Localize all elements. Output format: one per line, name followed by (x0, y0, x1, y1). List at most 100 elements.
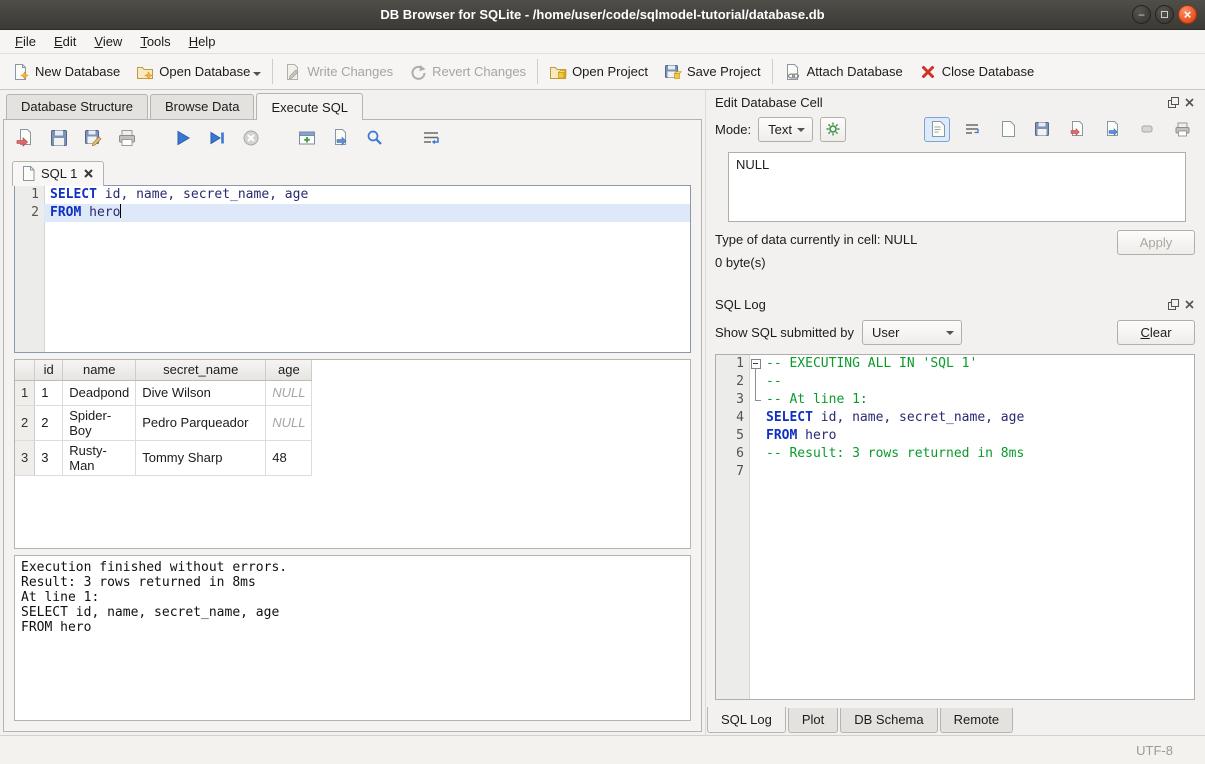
sql-file-tab[interactable]: SQL 1 (12, 161, 104, 186)
code-line[interactable]: 4SELECT id, name, secret_name, age (716, 409, 1194, 427)
cell-info: Type of data currently in cell: NULL 0 b… (706, 222, 1205, 284)
column-header-age[interactable]: age (266, 360, 312, 380)
column-header-secret-name[interactable]: secret_name (136, 360, 266, 380)
minimize-button[interactable]: − (1132, 5, 1151, 24)
row-number[interactable]: 2 (15, 405, 35, 440)
float-panel-icon[interactable] (1168, 299, 1179, 310)
menu-edit[interactable]: Edit (45, 31, 85, 52)
tab-browse-data[interactable]: Browse Data (150, 94, 254, 119)
execute-current-line-icon[interactable] (206, 127, 228, 149)
find-replace-icon[interactable] (364, 127, 386, 149)
attach-database-button[interactable]: Attach Database (776, 54, 911, 89)
table-cell[interactable]: Pedro Parqueador (136, 405, 266, 440)
mode-select[interactable]: Text (758, 117, 813, 142)
table-cell[interactable]: NULL (266, 405, 312, 440)
new-tab-icon[interactable] (296, 127, 318, 149)
column-header-name[interactable]: name (63, 360, 136, 380)
table-cell[interactable]: Dive Wilson (136, 380, 266, 405)
float-panel-icon[interactable] (1168, 97, 1179, 108)
menu-file[interactable]: File (6, 31, 45, 52)
toolbar-separator (772, 59, 773, 84)
clear-log-button[interactable]: Clear (1117, 320, 1195, 345)
table-cell[interactable]: Tommy Sharp (136, 440, 266, 475)
close-tab-icon[interactable] (83, 168, 94, 179)
close-panel-icon[interactable] (1184, 299, 1195, 310)
sql-editor[interactable]: 1SELECT id, name, secret_name, age2FROM … (14, 185, 691, 353)
menu-tools[interactable]: Tools (131, 31, 179, 52)
column-header-id[interactable]: id (35, 360, 63, 380)
cell-editor[interactable]: NULL (728, 152, 1186, 222)
fold-collapse-icon[interactable] (749, 355, 763, 373)
table-cell[interactable]: Deadpond (63, 380, 136, 405)
table-row[interactable]: 22Spider-BoyPedro ParqueadorNULL (15, 405, 312, 440)
code-line[interactable]: 2FROM hero (15, 204, 690, 222)
code-line[interactable]: 3-- At line 1: (716, 391, 1194, 409)
open-project-button[interactable]: Open Project (541, 54, 656, 89)
tab-db-schema[interactable]: DB Schema (840, 708, 937, 733)
save-project-icon (664, 63, 682, 81)
word-wrap-cell-icon[interactable] (959, 117, 985, 142)
table-cell[interactable]: Spider-Boy (63, 405, 136, 440)
save-sql-file-as-icon[interactable] (82, 127, 104, 149)
sql-log-title: SQL Log (715, 297, 766, 312)
sql-log-view[interactable]: 1-- EXECUTING ALL IN 'SQL 1'2--3-- At li… (715, 354, 1195, 700)
save-cell-data-icon[interactable] (1029, 117, 1055, 142)
close-database-icon (919, 63, 937, 81)
word-wrap-icon[interactable] (420, 127, 442, 149)
message-line: Execution finished without errors. (21, 560, 684, 575)
open-sql-file-icon[interactable] (14, 127, 36, 149)
table-cell[interactable]: 3 (35, 440, 63, 475)
apply-button: Apply (1117, 230, 1195, 255)
close-window-button[interactable]: × (1178, 5, 1197, 24)
close-panel-icon[interactable] (1184, 97, 1195, 108)
code-line[interactable]: 1SELECT id, name, secret_name, age (15, 186, 690, 204)
titlebar: DB Browser for SQLite - /home/user/code/… (0, 0, 1205, 30)
import-cell-data-icon[interactable] (1064, 117, 1090, 142)
text-view-icon[interactable] (924, 117, 950, 142)
table-cell[interactable]: Rusty-Man (63, 440, 136, 475)
menu-help[interactable]: Help (180, 31, 225, 52)
revert-changes-button: Revert Changes (401, 54, 534, 89)
open-cell-data-icon[interactable] (994, 117, 1020, 142)
close-database-button[interactable]: Close Database (911, 54, 1043, 89)
save-project-button[interactable]: Save Project (656, 54, 769, 89)
tab-database-structure[interactable]: Database Structure (6, 94, 148, 119)
maximize-icon (1161, 11, 1168, 18)
fold-marker (749, 427, 763, 445)
tab-sql-log[interactable]: SQL Log (707, 707, 786, 733)
save-sql-file-icon[interactable] (48, 127, 70, 149)
new-database-button[interactable]: New Database (4, 54, 128, 89)
submitter-select[interactable]: User (862, 320, 962, 345)
open-database-dropdown-icon[interactable] (253, 72, 261, 80)
tab-plot[interactable]: Plot (788, 708, 838, 733)
set-null-icon (1134, 117, 1160, 142)
table-cell[interactable]: 1 (35, 380, 63, 405)
table-cell[interactable]: NULL (266, 380, 312, 405)
row-number[interactable]: 3 (15, 440, 35, 475)
menu-view[interactable]: View (85, 31, 131, 52)
revert-changes-label: Revert Changes (432, 64, 526, 79)
code-line[interactable]: 2-- (716, 373, 1194, 391)
code-line[interactable]: 1-- EXECUTING ALL IN 'SQL 1' (716, 355, 1194, 373)
encoding-indicator[interactable]: UTF-8 (1136, 743, 1173, 758)
apply-format-icon[interactable] (820, 117, 846, 142)
code-line[interactable]: 7 (716, 463, 1194, 481)
print-icon[interactable] (116, 127, 138, 149)
export-cell-data-icon[interactable] (1099, 117, 1125, 142)
execute-all-icon[interactable] (172, 127, 194, 149)
revert-changes-icon (409, 63, 427, 81)
new-database-icon (12, 63, 30, 81)
print-cell-icon[interactable] (1169, 117, 1195, 142)
table-row[interactable]: 11DeadpondDive WilsonNULL (15, 380, 312, 405)
open-database-button[interactable]: Open Database (128, 54, 269, 89)
row-number[interactable]: 1 (15, 380, 35, 405)
table-row[interactable]: 33Rusty-ManTommy Sharp48 (15, 440, 312, 475)
maximize-button[interactable] (1155, 5, 1174, 24)
code-line[interactable]: 5FROM hero (716, 427, 1194, 445)
code-line[interactable]: 6-- Result: 3 rows returned in 8ms (716, 445, 1194, 463)
tab-remote[interactable]: Remote (940, 708, 1014, 733)
tab-execute-sql[interactable]: Execute SQL (256, 93, 363, 120)
table-cell[interactable]: 2 (35, 405, 63, 440)
open-in-new-tab-icon[interactable] (330, 127, 352, 149)
table-cell[interactable]: 48 (266, 440, 312, 475)
